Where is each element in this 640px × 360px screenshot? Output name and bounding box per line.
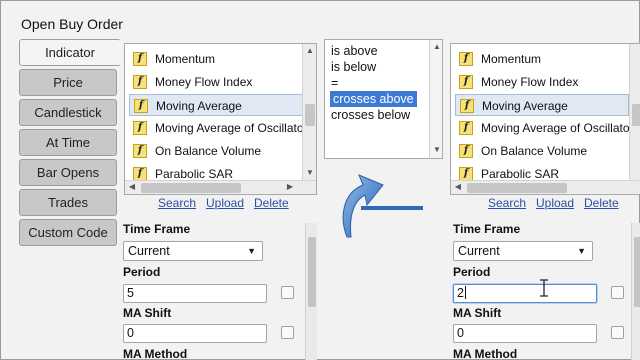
function-icon: f [133, 75, 147, 89]
tab-trades[interactable]: Trades [19, 189, 117, 216]
upload-link[interactable]: Upload [536, 196, 574, 210]
function-icon: f [134, 99, 148, 113]
list-item[interactable]: f Moving Average of Oscillator [129, 117, 303, 139]
time-frame-label: Time Frame [123, 222, 191, 236]
ibeam-cursor-icon [540, 279, 548, 297]
tab-bar-opens[interactable]: Bar Opens [19, 159, 117, 186]
function-icon: f [459, 121, 473, 135]
ma-shift-checkbox[interactable] [611, 326, 624, 339]
text-caret [464, 286, 466, 299]
time-frame-select[interactable]: Current ▼ [123, 241, 263, 261]
scrollbar-thumb[interactable] [141, 183, 241, 193]
curved-arrow-icon [342, 174, 423, 238]
list-item[interactable]: f Momentum [455, 48, 629, 70]
right-panel-scrollbar[interactable] [631, 223, 640, 360]
ma-method-label: MA Method [453, 347, 518, 360]
time-frame-label: Time Frame [453, 222, 521, 236]
operator-item[interactable]: = [331, 75, 338, 91]
list-item-selected[interactable]: f Moving Average [129, 94, 303, 116]
period-label: Period [123, 265, 161, 279]
list-item[interactable]: f On Balance Volume [455, 140, 629, 162]
operator-list[interactable]: is above is below = crosses above crosse… [324, 39, 443, 159]
operator-item-selected[interactable]: crosses above [330, 91, 417, 107]
function-icon: f [133, 121, 147, 135]
list-item[interactable]: f Money Flow Index [455, 71, 629, 93]
scroll-down-icon[interactable]: ▼ [305, 168, 315, 178]
function-icon: f [460, 99, 474, 113]
scroll-up-icon[interactable]: ▲ [305, 46, 315, 56]
list-item[interactable]: f On Balance Volume [129, 140, 303, 162]
ma-shift-label: MA Shift [123, 306, 172, 320]
ma-shift-input[interactable]: 0 [123, 324, 267, 343]
horizontal-scrollbar[interactable]: ◀ [451, 180, 640, 194]
vertical-scrollbar[interactable]: ▲ ▼ [302, 44, 316, 180]
ma-method-label: MA Method [123, 347, 188, 360]
left-indicator-list[interactable]: f Momentum f Money Flow Index f Moving A… [124, 43, 317, 195]
tab-indicator[interactable]: Indicator [19, 39, 121, 66]
upload-link[interactable]: Upload [206, 196, 244, 210]
operator-item[interactable]: crosses below [331, 107, 410, 123]
list-item[interactable]: f Money Flow Index [129, 71, 303, 93]
list-item[interactable]: f Moving Average of Oscillator [455, 117, 629, 139]
scrollbar-thumb[interactable] [308, 237, 316, 307]
period-label: Period [453, 265, 491, 279]
tab-price[interactable]: Price [19, 69, 117, 96]
function-icon: f [459, 52, 473, 66]
ma-shift-input[interactable]: 0 [453, 324, 597, 343]
scroll-right-icon[interactable]: ▶ [285, 182, 295, 192]
function-icon: f [133, 52, 147, 66]
horizontal-scrollbar[interactable]: ◀ ▶ [125, 180, 316, 194]
scroll-left-icon[interactable]: ◀ [453, 182, 463, 192]
tab-candlestick[interactable]: Candlestick [19, 99, 117, 126]
vertical-scrollbar[interactable]: ▲ ▼ [429, 40, 442, 158]
scrollbar-thumb[interactable] [467, 183, 567, 193]
function-icon: f [459, 167, 473, 181]
chevron-down-icon: ▼ [577, 246, 586, 256]
right-indicator-list[interactable]: f Momentum f Money Flow Index f Moving A… [450, 43, 640, 195]
list-item-selected[interactable]: f Moving Average [455, 94, 629, 116]
ma-shift-checkbox[interactable] [281, 326, 294, 339]
tab-at-time[interactable]: At Time [19, 129, 117, 156]
operator-item[interactable]: is below [331, 59, 376, 75]
function-icon: f [133, 167, 147, 181]
scroll-left-icon[interactable]: ◀ [127, 182, 137, 192]
delete-link[interactable]: Delete [584, 196, 619, 210]
delete-link[interactable]: Delete [254, 196, 289, 210]
period-checkbox[interactable] [281, 286, 294, 299]
chevron-down-icon: ▼ [247, 246, 256, 256]
search-link[interactable]: Search [488, 196, 526, 210]
function-icon: f [459, 144, 473, 158]
tab-custom-code[interactable]: Custom Code [19, 219, 117, 246]
vertical-scrollbar[interactable] [629, 44, 640, 180]
scrollbar-thumb[interactable] [305, 104, 315, 126]
time-frame-select[interactable]: Current ▼ [453, 241, 593, 261]
scroll-down-icon[interactable]: ▼ [432, 145, 442, 155]
window-title: Open Buy Order [21, 16, 123, 32]
scrollbar-thumb[interactable] [632, 104, 640, 126]
function-icon: f [459, 75, 473, 89]
period-input-active[interactable]: 2 [453, 284, 597, 303]
period-input[interactable]: 5 [123, 284, 267, 303]
scroll-up-icon[interactable]: ▲ [432, 42, 442, 52]
title-bar: Open Buy Order [1, 7, 640, 37]
period-checkbox[interactable] [611, 286, 624, 299]
function-icon: f [133, 144, 147, 158]
scrollbar-thumb[interactable] [634, 237, 640, 307]
list-item[interactable]: f Momentum [129, 48, 303, 70]
search-link[interactable]: Search [158, 196, 196, 210]
left-panel-scrollbar[interactable] [305, 223, 317, 360]
operator-item[interactable]: is above [331, 43, 378, 59]
open-buy-order-window: Open Buy Order Indicator Price Candlesti… [0, 0, 640, 360]
ma-shift-label: MA Shift [453, 306, 502, 320]
